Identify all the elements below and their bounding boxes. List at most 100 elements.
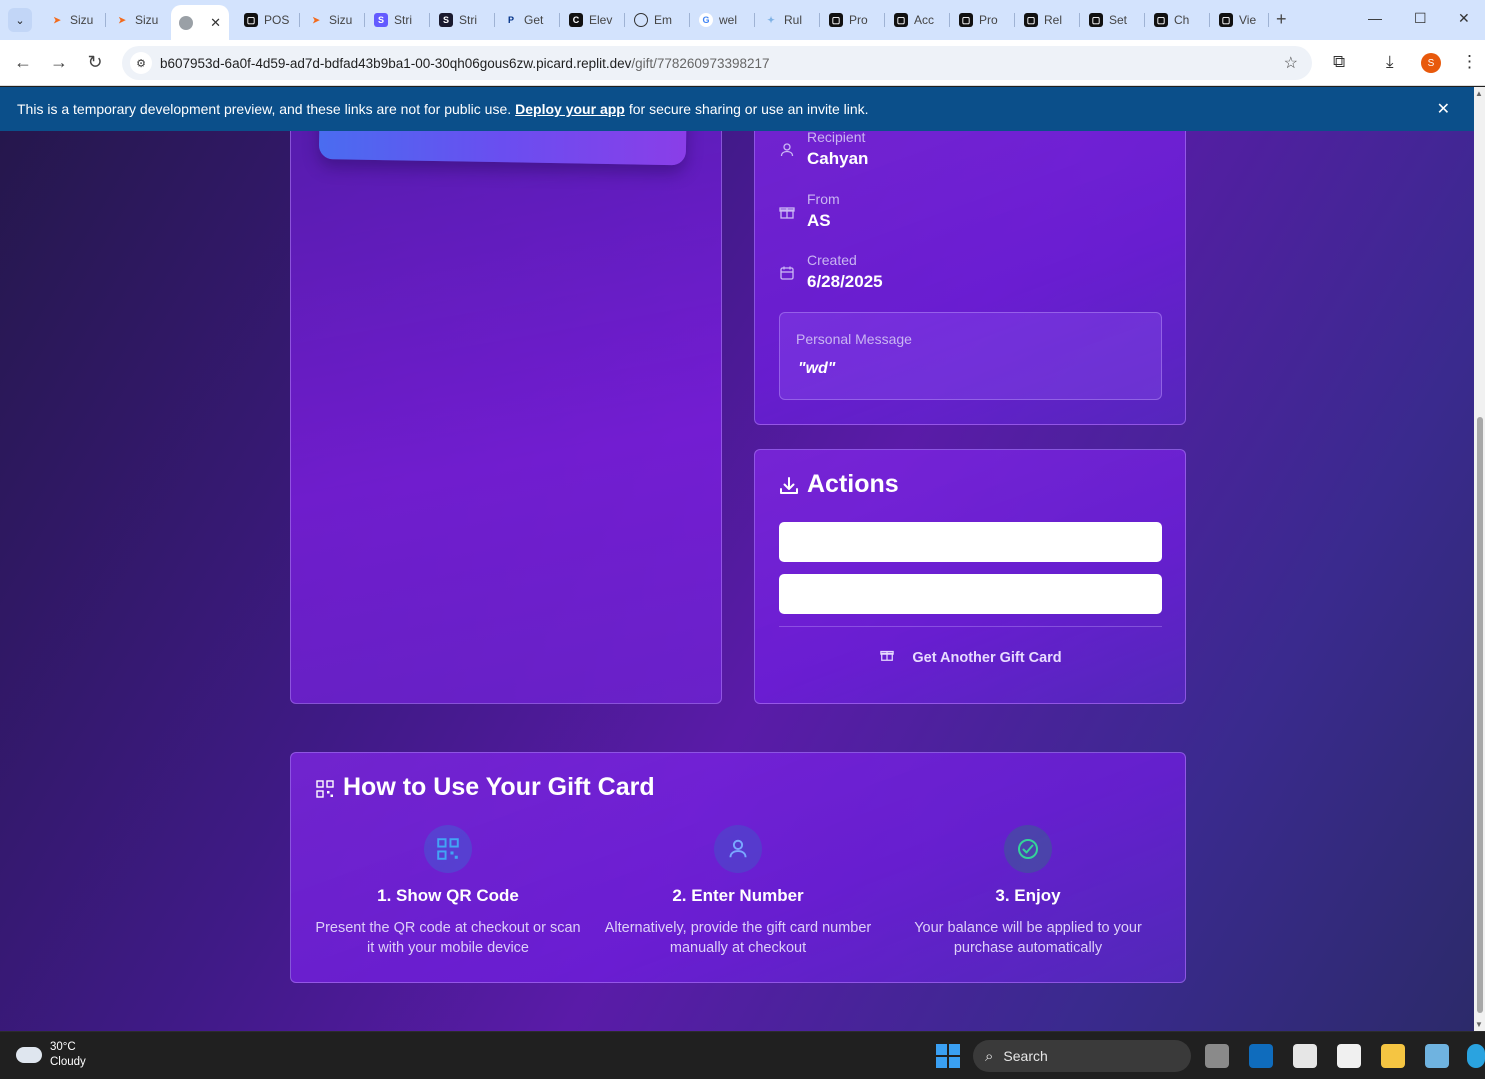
tab-1[interactable]: ➤ Sizu xyxy=(42,7,106,33)
square-favicon-icon: ▢ xyxy=(1024,13,1038,27)
stripe-favicon-icon: S xyxy=(374,13,388,27)
compass-favicon-icon xyxy=(634,13,648,27)
page-scrollbar[interactable]: ▲ ▼ xyxy=(1474,87,1485,1031)
close-window-icon[interactable]: ✕ xyxy=(1458,10,1470,27)
rule-favicon-icon: ✦ xyxy=(767,14,775,25)
tab-9[interactable]: C Elev xyxy=(561,7,625,33)
tab-17[interactable]: ▢ Set xyxy=(1081,7,1145,33)
tab-19[interactable]: ▢ Vie xyxy=(1211,7,1269,33)
maximize-icon[interactable]: ☐ xyxy=(1414,10,1427,27)
step-icon-circle xyxy=(424,825,472,873)
tab-search-button[interactable]: ⌄ xyxy=(8,8,32,32)
forward-icon[interactable]: → xyxy=(48,52,70,73)
taskbar-search[interactable]: ⌕ Search xyxy=(973,1040,1191,1072)
from-label: From xyxy=(807,191,840,207)
windows-taskbar: 30°C Cloudy ⌕ Search xyxy=(0,1031,1485,1079)
action-button-primary[interactable] xyxy=(779,522,1162,562)
created-value: 6/28/2025 xyxy=(807,272,883,291)
site-info-icon[interactable]: ⚙ xyxy=(130,52,152,74)
tab-label: Acc xyxy=(914,13,935,27)
recipient-label: Recipient xyxy=(807,129,866,145)
tab-active[interactable]: ✕ xyxy=(171,5,229,40)
gift-icon xyxy=(880,650,895,661)
tab-label: Rel xyxy=(1044,13,1063,27)
close-tab-icon[interactable]: ✕ xyxy=(210,15,221,31)
qr-code-icon xyxy=(437,838,459,860)
weather-widget[interactable]: 30°C Cloudy xyxy=(16,1040,86,1070)
step-show-qr: 1. Show QR Code Present the QR code at c… xyxy=(303,825,593,958)
remote-desktop-icon[interactable] xyxy=(1425,1044,1449,1068)
tab-label: Pro xyxy=(979,13,998,27)
deploy-app-link[interactable]: Deploy your app xyxy=(515,101,625,117)
actions-title: Actions xyxy=(807,470,899,498)
search-label: Search xyxy=(1003,1048,1048,1064)
sizu-favicon-icon: ➤ xyxy=(312,14,320,25)
action-button-secondary[interactable] xyxy=(779,574,1162,614)
tab-strip: ⌄ ➤ Sizu ➤ Sizu ✕ ▢ POS ➤ Sizu S Stri S … xyxy=(0,0,1485,40)
download-icon[interactable]: ⤓ xyxy=(1386,52,1394,72)
close-banner-icon[interactable]: ✕ xyxy=(1437,99,1450,119)
square-favicon-icon: ▢ xyxy=(244,13,258,27)
tab-label: Ch xyxy=(1174,13,1190,27)
minimize-icon[interactable]: — xyxy=(1368,10,1382,26)
tab-15[interactable]: ▢ Pro xyxy=(951,7,1015,33)
task-view-icon[interactable] xyxy=(1205,1044,1229,1068)
tab-16[interactable]: ▢ Rel xyxy=(1016,7,1080,33)
new-tab-button[interactable]: + xyxy=(1276,9,1287,30)
tab-4[interactable]: ▢ POS xyxy=(236,7,300,33)
scroll-down-icon[interactable]: ▼ xyxy=(1475,1020,1483,1029)
reload-icon[interactable]: ↻ xyxy=(84,52,106,73)
tab-12[interactable]: ✦ Rul xyxy=(756,7,820,33)
tab-8[interactable]: P Get xyxy=(496,7,560,33)
tab-5[interactable]: ➤ Sizu xyxy=(301,7,365,33)
tab-10[interactable]: Em xyxy=(626,7,690,33)
divider xyxy=(779,626,1162,627)
windows-start-icon[interactable] xyxy=(936,1044,960,1068)
get-another-label: Get Another Gift Card xyxy=(912,650,1062,666)
gift-card-panel xyxy=(290,87,722,704)
extensions-icon[interactable]: ⧉ xyxy=(1333,52,1345,72)
tab-label: POS xyxy=(264,13,290,27)
tab-14[interactable]: ▢ Acc xyxy=(886,7,950,33)
from-value: AS xyxy=(807,211,831,230)
scroll-up-icon[interactable]: ▲ xyxy=(1475,89,1483,98)
tab-11[interactable]: G wel xyxy=(691,7,755,33)
outlook-icon[interactable] xyxy=(1249,1044,1273,1068)
cloud-icon xyxy=(16,1047,42,1063)
snipping-tool-icon[interactable] xyxy=(1293,1044,1317,1068)
dev-preview-banner: This is a temporary development preview,… xyxy=(0,87,1474,131)
microsoft-store-icon[interactable] xyxy=(1337,1044,1361,1068)
step-description: Alternatively, provide the gift card num… xyxy=(604,920,872,956)
globe-icon xyxy=(179,15,193,30)
back-icon[interactable]: ← xyxy=(12,52,34,73)
tab-7[interactable]: S Stri xyxy=(431,7,495,33)
calendar-icon xyxy=(780,266,794,280)
page-viewport: This is a temporary development preview,… xyxy=(0,87,1474,1031)
address-bar[interactable]: ⚙ b607953d-6a0f-4d59-ad7d-bdfad43b9ba1-0… xyxy=(122,46,1312,80)
url-text[interactable]: b607953d-6a0f-4d59-ad7d-bdfad43b9ba1-00-… xyxy=(160,56,770,71)
tab-2[interactable]: ➤ Sizu xyxy=(107,7,171,33)
tab-label: Get xyxy=(524,13,544,27)
banner-text: This is a temporary development preview,… xyxy=(17,101,512,117)
step-enter-number: 2. Enter Number Alternatively, provide t… xyxy=(593,825,883,958)
paypal-favicon-icon: P xyxy=(507,15,514,25)
menu-kebab-icon[interactable]: ⋮ xyxy=(1461,52,1478,72)
tab-6[interactable]: S Stri xyxy=(366,7,430,33)
tab-13[interactable]: ▢ Pro xyxy=(821,7,885,33)
tab-label: wel xyxy=(719,13,738,27)
sizu-favicon-icon: ➤ xyxy=(118,14,126,25)
bookmark-star-icon[interactable]: ☆ xyxy=(1284,53,1298,73)
qr-code-icon xyxy=(316,780,334,798)
square-favicon-icon: ▢ xyxy=(1219,13,1233,27)
file-explorer-icon[interactable] xyxy=(1381,1044,1405,1068)
scroll-thumb[interactable] xyxy=(1477,417,1483,1013)
get-another-gift-card-button[interactable]: Get Another Gift Card xyxy=(755,648,1187,666)
profile-avatar[interactable]: S xyxy=(1421,53,1441,73)
square-favicon-icon: ▢ xyxy=(829,13,843,27)
tab-label: Stri xyxy=(394,13,412,27)
c-favicon-icon: C xyxy=(569,13,583,27)
url-path: /gift/778260973398217 xyxy=(631,55,770,71)
telegram-icon[interactable] xyxy=(1467,1044,1485,1068)
temperature: 30°C xyxy=(50,1041,76,1053)
tab-18[interactable]: ▢ Ch xyxy=(1146,7,1210,33)
